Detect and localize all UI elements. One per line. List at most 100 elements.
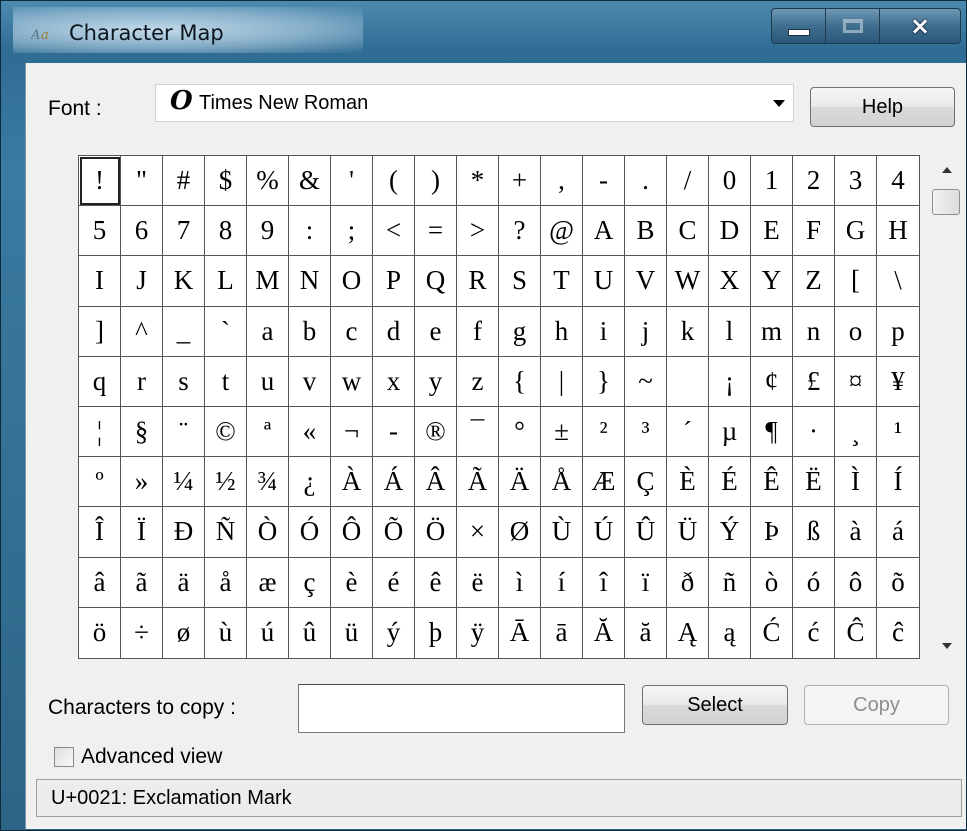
character-cell[interactable]: D: [709, 206, 751, 257]
character-cell[interactable]: ): [415, 156, 457, 207]
character-cell[interactable]: k: [667, 306, 709, 357]
character-cell[interactable]: $: [205, 156, 247, 207]
character-cell[interactable]: 7: [163, 206, 205, 257]
character-cell[interactable]: Ý: [709, 507, 751, 558]
character-cell[interactable]: ]: [79, 306, 121, 357]
advanced-view-checkbox[interactable]: [54, 747, 74, 767]
character-cell[interactable]: õ: [877, 558, 919, 608]
character-cell[interactable]: ¿: [289, 457, 331, 508]
character-cell[interactable]: Ô: [331, 507, 373, 558]
character-cell[interactable]: B: [625, 206, 667, 257]
character-cell[interactable]: ĉ: [877, 608, 919, 658]
character-cell[interactable]: .: [625, 156, 667, 207]
character-cell[interactable]: ¼: [163, 457, 205, 508]
character-cell[interactable]: 8: [205, 206, 247, 257]
character-cell[interactable]: G: [835, 206, 877, 257]
character-cell[interactable]: 3: [835, 156, 877, 207]
character-cell[interactable]: ô: [835, 557, 877, 608]
character-cell[interactable]: î: [583, 557, 625, 608]
character-cell[interactable]: Õ: [373, 507, 415, 558]
character-cell[interactable]: ñ: [709, 557, 751, 608]
character-cell[interactable]: o: [835, 306, 877, 357]
character-cell[interactable]: ë: [457, 557, 499, 608]
character-cell[interactable]: Y: [751, 256, 793, 307]
character-cell[interactable]: Þ: [751, 507, 793, 558]
character-cell[interactable]: ò: [751, 557, 793, 608]
character-cell[interactable]: Ä: [499, 457, 541, 508]
character-cell[interactable]: µ: [709, 407, 751, 458]
character-cell[interactable]: Ó: [289, 507, 331, 558]
minimize-button[interactable]: [772, 9, 826, 43]
character-cell[interactable]: x: [373, 356, 415, 407]
character-cell[interactable]: %: [247, 156, 289, 207]
character-cell[interactable]: &: [289, 156, 331, 207]
character-cell[interactable]: J: [121, 256, 163, 307]
character-cell[interactable]: E: [751, 206, 793, 257]
character-cell[interactable]: Ą: [667, 607, 709, 658]
character-cell[interactable]: s: [163, 356, 205, 407]
character-cell[interactable]: ¯: [457, 407, 499, 458]
character-cell[interactable]: |: [541, 356, 583, 407]
character-cell[interactable]: Å: [541, 457, 583, 508]
character-cell[interactable]: d: [373, 306, 415, 357]
character-cell[interactable]: P: [373, 256, 415, 307]
character-cell[interactable]: N: [289, 256, 331, 307]
close-button[interactable]: ×: [880, 9, 960, 43]
chevron-down-icon[interactable]: [773, 100, 785, 107]
font-dropdown[interactable]: O Times New Roman: [155, 84, 794, 122]
character-cell[interactable]: û: [289, 607, 331, 658]
help-button[interactable]: Help: [810, 87, 955, 127]
character-cell[interactable]: ¨: [163, 407, 205, 458]
character-cell[interactable]: r: [121, 356, 163, 407]
character-cell[interactable]: Ç: [625, 457, 667, 508]
character-grid-scrollbar[interactable]: [931, 155, 963, 659]
character-cell[interactable]: }: [583, 356, 625, 407]
character-cell[interactable]: È: [667, 457, 709, 508]
character-cell[interactable]: v: [289, 356, 331, 407]
character-cell[interactable]: ~: [625, 356, 667, 407]
character-cell[interactable]: L: [205, 256, 247, 307]
character-cell[interactable]: g: [499, 306, 541, 357]
character-cell[interactable]: \: [877, 256, 919, 307]
character-cell[interactable]: n: [793, 306, 835, 357]
character-cell[interactable]: Á: [373, 457, 415, 508]
character-cell[interactable]: ç: [289, 557, 331, 608]
character-cell[interactable]: °: [499, 407, 541, 458]
character-cell[interactable]: º: [79, 457, 121, 508]
character-cell[interactable]: ą: [709, 607, 751, 658]
character-cell[interactable]: Ì: [835, 457, 877, 508]
character-cell[interactable]: ð: [667, 557, 709, 608]
select-button[interactable]: Select: [642, 685, 788, 725]
character-cell[interactable]: e: [415, 306, 457, 357]
character-cell[interactable]: 1: [751, 156, 793, 207]
character-cell[interactable]: V: [625, 256, 667, 307]
title-bar[interactable]: A a Character Map ×: [1, 1, 966, 63]
character-cell[interactable]: U: [583, 256, 625, 307]
character-cell[interactable]: :: [289, 206, 331, 257]
character-cell[interactable]: ¾: [247, 457, 289, 508]
character-cell[interactable]: Ă: [583, 607, 625, 658]
character-cell[interactable]: -: [373, 407, 415, 458]
character-cell[interactable]: ê: [415, 557, 457, 608]
character-cell[interactable]: «: [289, 407, 331, 458]
character-cell[interactable]: Ú: [583, 507, 625, 558]
character-cell[interactable]: _: [163, 306, 205, 357]
scroll-down-arrow-icon[interactable]: [942, 643, 952, 649]
character-cell[interactable]: ã: [121, 557, 163, 608]
character-cell[interactable]: ²: [583, 407, 625, 458]
character-cell[interactable]: S: [499, 256, 541, 307]
character-cell[interactable]: ü: [331, 607, 373, 658]
character-cell[interactable]: á: [877, 507, 919, 558]
character-cell[interactable]: T: [541, 256, 583, 307]
character-cell[interactable]: y: [415, 356, 457, 407]
character-cell[interactable]: æ: [247, 557, 289, 608]
character-cell[interactable]: Ć: [751, 607, 793, 658]
character-cell[interactable]: ®: [415, 407, 457, 458]
character-cell[interactable]: Ð: [163, 507, 205, 558]
character-cell[interactable]: Ñ: [205, 507, 247, 558]
character-cell[interactable]: ¢: [751, 356, 793, 407]
character-cell[interactable]: Î: [79, 507, 121, 558]
character-cell[interactable]: m: [751, 306, 793, 357]
character-cell[interactable]: Í: [877, 457, 919, 508]
character-cell[interactable]: !: [79, 156, 121, 207]
